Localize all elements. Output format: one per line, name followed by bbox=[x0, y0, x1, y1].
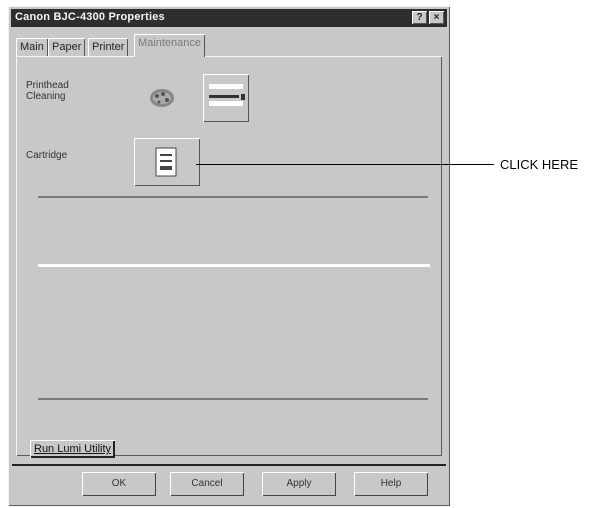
cartridge-icon bbox=[155, 147, 177, 177]
cartridge-button[interactable] bbox=[134, 138, 200, 186]
tab-printer[interactable]: Printer bbox=[88, 38, 129, 56]
nozzle-check-button[interactable] bbox=[203, 74, 249, 122]
ok-button[interactable]: OK bbox=[82, 472, 156, 496]
properties-dialog: Canon BJC-4300 Properties ? × Main Paper… bbox=[8, 6, 450, 506]
help-button[interactable]: Help bbox=[354, 472, 428, 496]
nozzle-check-icon bbox=[209, 84, 245, 106]
tab-maintenance[interactable]: Maintenance bbox=[134, 34, 205, 57]
printhead-cleaning-button[interactable] bbox=[142, 74, 204, 120]
window-title: Canon BJC-4300 Properties bbox=[15, 11, 165, 23]
button-row-divider bbox=[12, 464, 446, 466]
run-utility-button[interactable]: Run Lumi Utility bbox=[30, 440, 116, 458]
separator-bottom bbox=[38, 398, 428, 400]
tab-main[interactable]: Main bbox=[16, 38, 48, 56]
cancel-button[interactable]: Cancel bbox=[170, 472, 244, 496]
printhead-cleaning-icon bbox=[150, 89, 174, 107]
separator-top bbox=[38, 196, 428, 198]
title-bar[interactable]: Canon BJC-4300 Properties ? × bbox=[11, 9, 447, 27]
apply-button[interactable]: Apply bbox=[262, 472, 336, 496]
printhead-cleaning-label: Printhead Cleaning bbox=[26, 80, 69, 102]
printhead-label-line2: Cleaning bbox=[26, 91, 66, 102]
help-title-button[interactable]: ? bbox=[412, 11, 427, 24]
tab-paper[interactable]: Paper bbox=[48, 38, 86, 56]
callout-label: CLICK HERE bbox=[500, 157, 579, 172]
callout-line bbox=[196, 164, 494, 165]
separator-middle bbox=[38, 264, 430, 267]
printhead-label-line1: Printhead bbox=[26, 80, 69, 91]
cartridge-label: Cartridge bbox=[26, 150, 68, 161]
maintenance-panel: Printhead Cleaning Cartridge Run Lumi Ut… bbox=[16, 56, 442, 458]
close-title-button[interactable]: × bbox=[429, 11, 444, 24]
